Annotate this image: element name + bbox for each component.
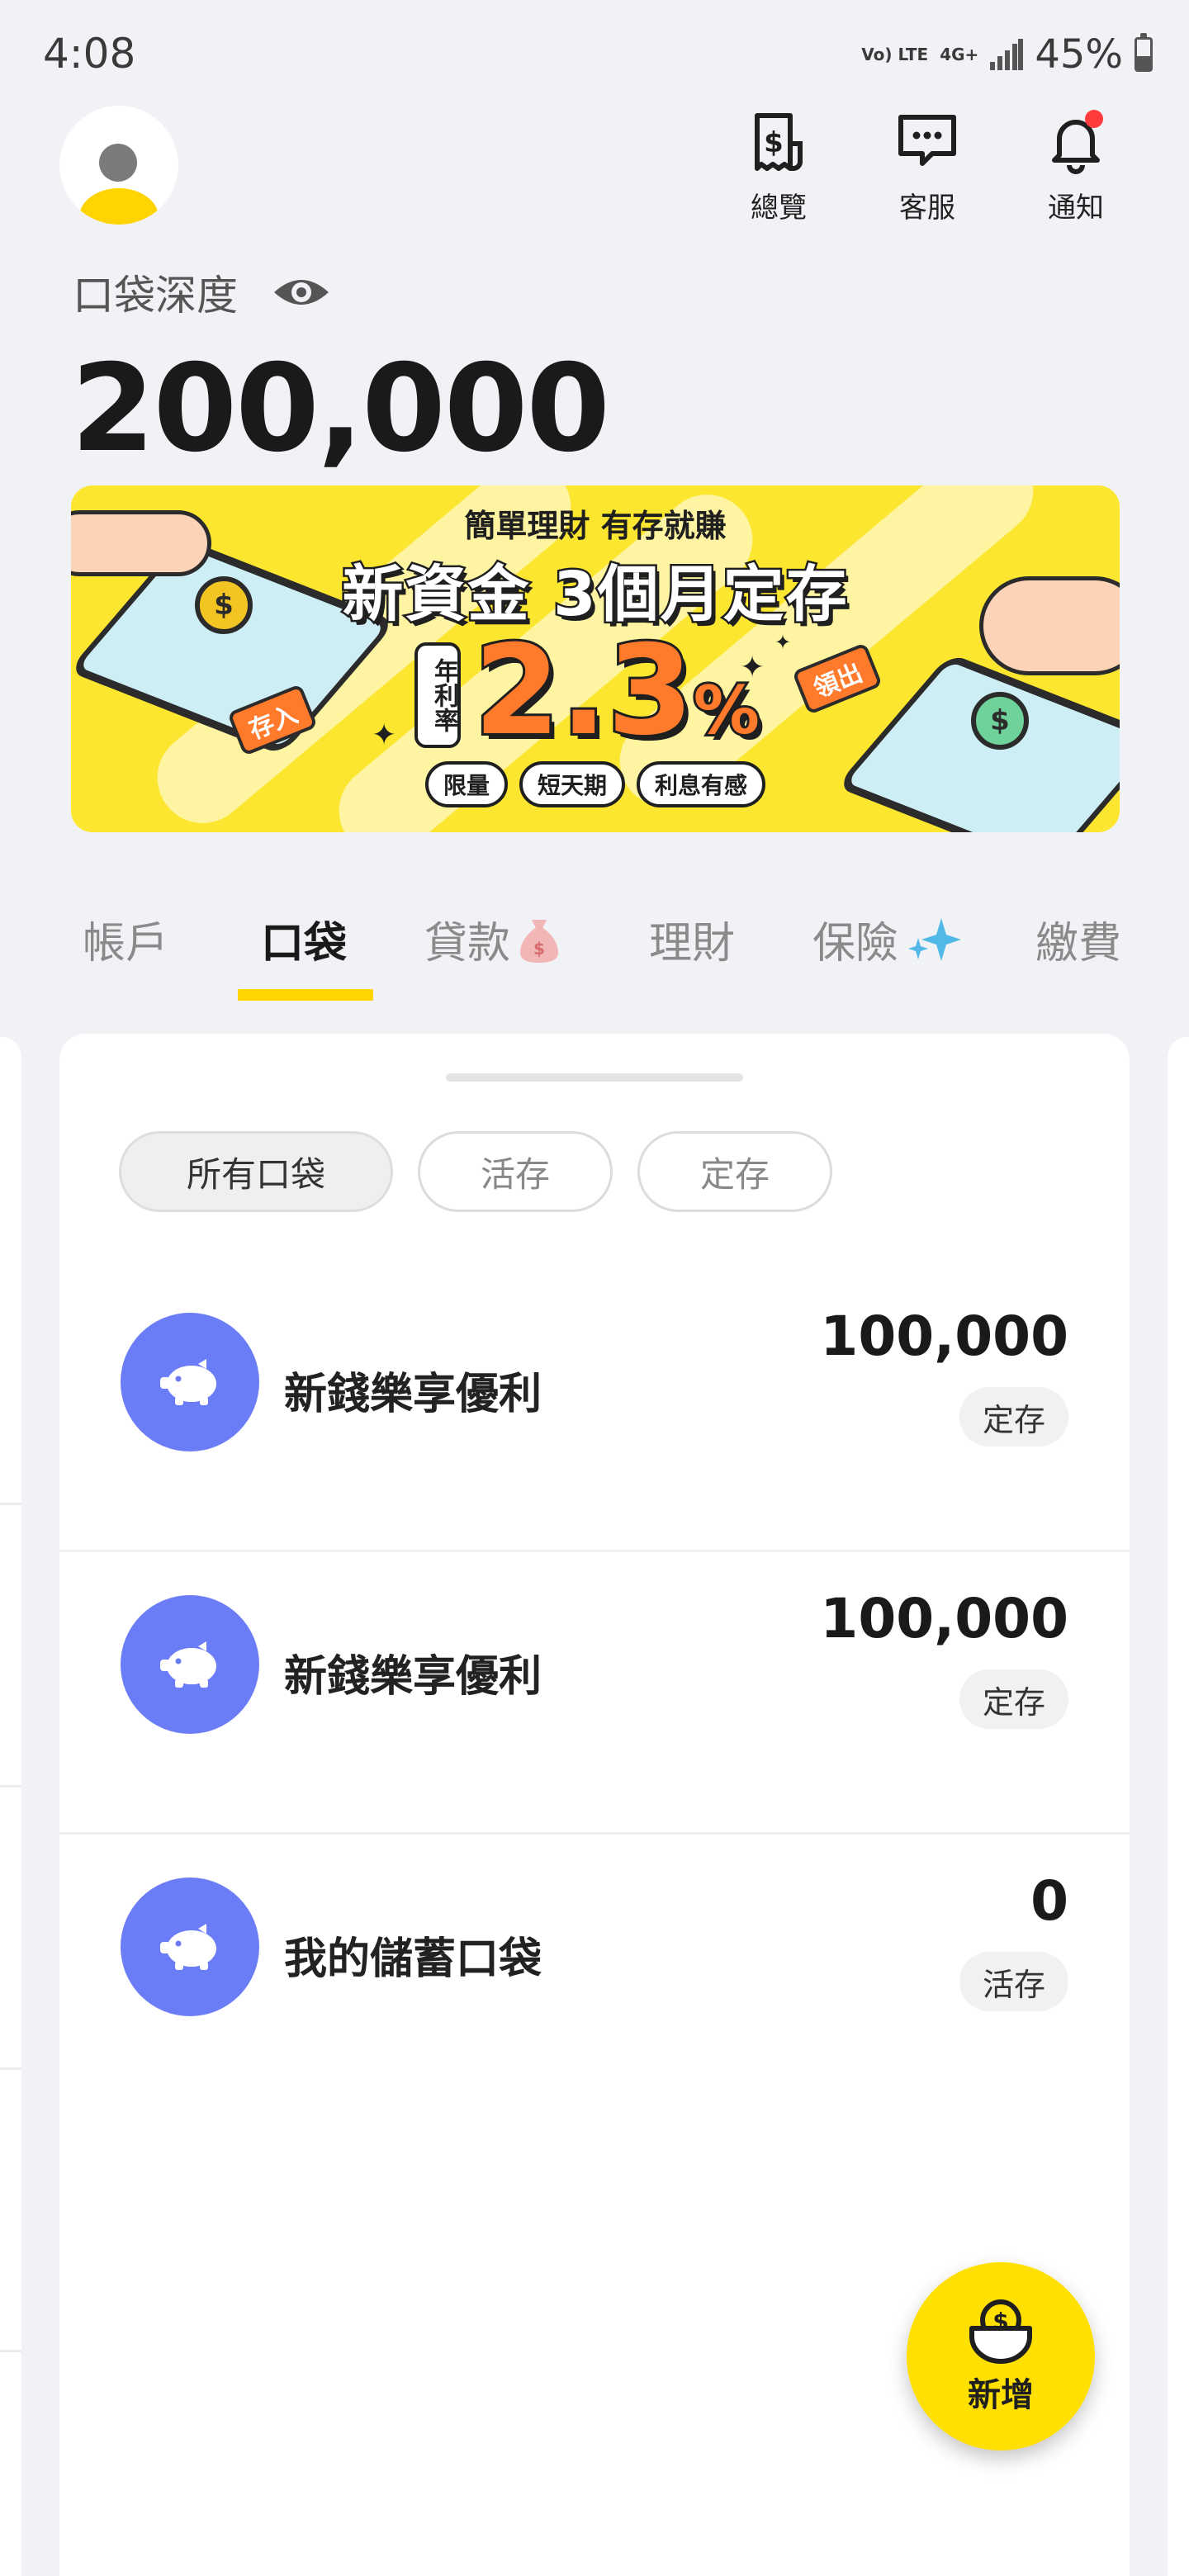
piggy-bank-icon <box>160 1924 216 1970</box>
volte-indicator: Vo) LTE <box>861 45 929 64</box>
money-bag-icon: $ <box>520 919 559 963</box>
banner-subtitle: 簡單理財 有存就賺 <box>464 508 727 544</box>
pocket-avatar <box>121 1313 259 1451</box>
banner-rate-value: 2.3 <box>471 617 696 765</box>
pocket-item[interactable]: 新錢樂享優利 100,000 定存 <box>59 1270 1130 1552</box>
balance-label: 口袋深度 <box>73 272 238 320</box>
add-pocket-button[interactable]: $ 新增 <box>907 2262 1095 2451</box>
pocket-amount: 100,000 <box>820 1587 1068 1650</box>
filter-all-pockets[interactable]: 所有口袋 <box>119 1131 393 1212</box>
customer-service-button[interactable]: 客服 <box>874 107 981 225</box>
banner-rate-unit: % <box>691 670 762 751</box>
pocket-name: 我的儲蓄口袋 <box>284 1934 542 1984</box>
overview-button[interactable]: $ 總覽 <box>725 107 832 225</box>
pocket-amount: 0 <box>1030 1869 1068 1933</box>
tab-label: 保險 <box>812 919 899 968</box>
dollar-bill-icon: $ <box>971 692 1029 750</box>
main-tabs: 帳戶 口袋 貸款 $ 理財 保險 繳費 <box>0 892 1189 1007</box>
status-bar: 4:08 Vo) LTE 4G+ 45% <box>0 0 1189 99</box>
promo-banner[interactable]: $ $ 存入 領出 ✦ ✦ ✦ 簡單理財 有存就賺 新資金 3個月定存 年利率 … <box>71 485 1120 832</box>
add-pocket-label: 新增 <box>968 2376 1034 2414</box>
drag-handle[interactable] <box>446 1073 743 1082</box>
notifications-label: 通知 <box>1048 192 1104 225</box>
avatar-head <box>99 144 137 182</box>
profile-avatar[interactable] <box>59 106 178 225</box>
piggy-bank-icon <box>160 1641 216 1688</box>
balance-value: 200,000 <box>71 339 610 479</box>
tab-label: 帳戶 <box>83 919 169 968</box>
pocket-item[interactable]: 我的儲蓄口袋 0 活存 <box>59 1835 1130 2117</box>
pocket-type-badge: 定存 <box>959 1387 1068 1447</box>
filter-demand-deposit[interactable]: 活存 <box>418 1131 613 1212</box>
next-card-edge <box>1168 1037 1189 2576</box>
notification-badge <box>1085 110 1103 128</box>
banner-pill: 利息有感 <box>637 761 766 807</box>
pocket-item[interactable]: 新錢樂享優利 100,000 定存 <box>59 1552 1130 1835</box>
banner-pills: 限量 短天期 利息有感 <box>71 761 1120 807</box>
tab-insurance[interactable]: 保險 <box>812 908 963 970</box>
eye-icon[interactable] <box>271 272 332 312</box>
signal-icon <box>990 39 1024 70</box>
active-tab-indicator <box>238 989 373 1001</box>
customer-service-label: 客服 <box>899 192 955 225</box>
tab-bills[interactable]: 繳費 <box>1035 908 1121 970</box>
banner-pill: 短天期 <box>519 761 625 807</box>
sparkle-icon: ✦ <box>372 718 397 752</box>
svg-text:$: $ <box>764 126 784 159</box>
pocket-name: 新錢樂享優利 <box>284 1370 542 1419</box>
battery-percent: 45% <box>1035 31 1123 78</box>
tab-label: 口袋 <box>261 919 348 968</box>
battery-icon <box>1135 33 1153 72</box>
pocket-type-badge: 活存 <box>959 1952 1068 2011</box>
svg-text:$: $ <box>533 939 545 959</box>
sparkle-icon <box>908 917 962 961</box>
pocket-name: 新錢樂享優利 <box>284 1652 542 1702</box>
sparkle-icon: ✦ <box>775 631 792 654</box>
banner-rate: 2.3% <box>471 617 762 765</box>
tab-label: 繳費 <box>1035 919 1122 968</box>
pocket-avatar <box>121 1878 259 2016</box>
tab-wealth[interactable]: 理財 <box>649 908 735 970</box>
previous-card-edge <box>0 1037 21 2576</box>
pocket-avatar <box>121 1595 259 1734</box>
network-indicator: 4G+ <box>940 45 979 64</box>
pocket-filters: 所有口袋 活存 定存 <box>119 1131 832 1212</box>
tab-label: 理財 <box>649 919 736 968</box>
pocket-amount: 100,000 <box>820 1305 1068 1368</box>
tab-loans[interactable]: 貸款 $ <box>424 908 561 970</box>
tab-accounts[interactable]: 帳戶 <box>83 908 168 970</box>
notifications-button[interactable]: 通知 <box>1022 107 1130 225</box>
balance-label-row: 口袋深度 <box>73 263 332 322</box>
status-time: 4:08 <box>43 30 136 78</box>
tab-pockets[interactable]: 口袋 <box>261 908 347 970</box>
status-indicators: Vo) LTE 4G+ 45% <box>861 31 1153 78</box>
avatar-shoulders <box>79 188 159 225</box>
dollar-receipt-icon: $ <box>755 113 803 171</box>
overview-label: 總覽 <box>751 192 807 225</box>
bell-icon <box>1052 110 1103 174</box>
pocket-coin-icon: $ <box>969 2299 1032 2364</box>
piggy-bank-icon <box>160 1359 216 1405</box>
banner-rate-label: 年利率 <box>414 642 461 748</box>
pocket-type-badge: 定存 <box>959 1669 1068 1729</box>
tab-label: 貸款 <box>424 919 511 968</box>
banner-pill: 限量 <box>424 761 508 807</box>
header-actions: $ 總覽 客服 通知 <box>725 107 1130 225</box>
chat-bubble-icon <box>898 115 956 166</box>
filter-time-deposit[interactable]: 定存 <box>637 1131 832 1212</box>
pocket-list: 新錢樂享優利 100,000 定存 新錢樂享優利 100,000 定存 我的儲蓄… <box>59 1270 1130 2117</box>
